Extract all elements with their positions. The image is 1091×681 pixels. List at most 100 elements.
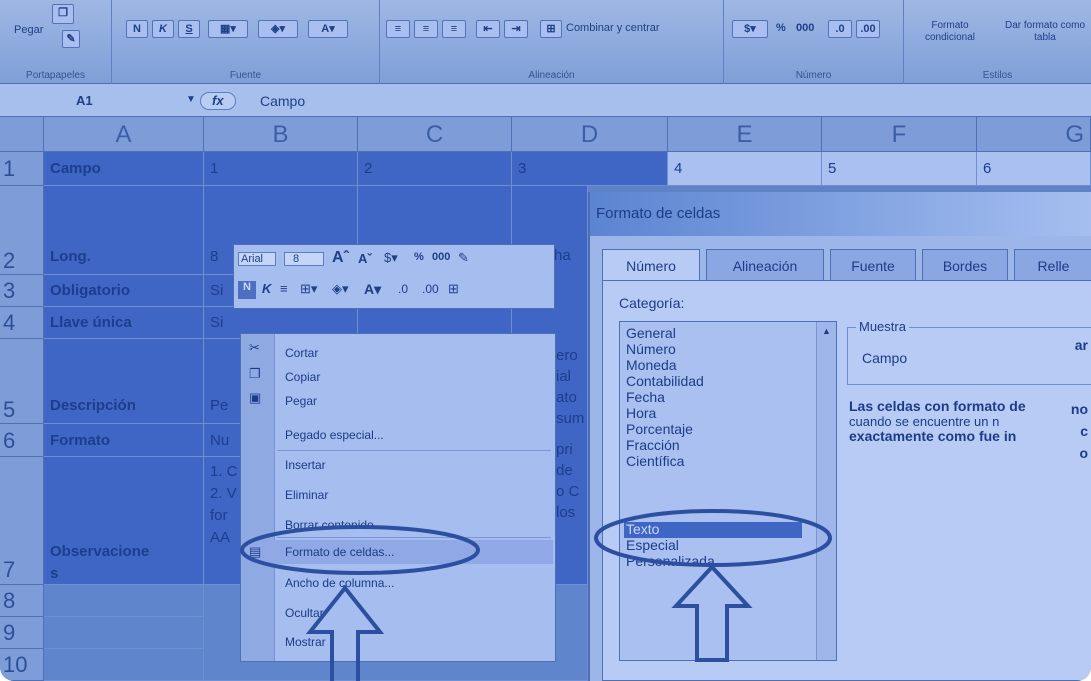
accounting-format-icon[interactable]: $▾	[732, 20, 768, 38]
menu-item-borrar-contenido[interactable]: Borrar contenido	[285, 518, 374, 532]
tab-alineacion[interactable]: Alineación	[706, 249, 824, 281]
increase-decimal-icon[interactable]: .0	[828, 20, 852, 38]
cell-c1[interactable]: 2	[358, 152, 512, 186]
decrease-indent-icon[interactable]: ⇤	[476, 20, 500, 38]
mini-font-color-icon[interactable]: A▾	[364, 281, 381, 298]
cell-f1[interactable]: 5	[822, 152, 977, 186]
mini-decrease-decimal-icon[interactable]: .00	[422, 282, 439, 296]
menu-item-pegado-especial[interactable]: Pegado especial...	[285, 428, 384, 442]
cell-a7[interactable]: Observacione s	[44, 457, 204, 585]
category-personalizada[interactable]: Personalizada	[626, 554, 715, 569]
row-header-1[interactable]: 1	[0, 152, 44, 186]
column-header-d[interactable]: D	[512, 117, 668, 152]
name-box-dropdown-icon[interactable]: ▼	[186, 94, 196, 105]
tab-bordes[interactable]: Bordes	[922, 249, 1008, 281]
cell-b1[interactable]: 1	[204, 152, 358, 186]
tab-numero[interactable]: Número	[602, 249, 700, 281]
format-as-table-button[interactable]: Dar formato como tabla	[1000, 20, 1090, 44]
cell-d1[interactable]: 3	[512, 152, 668, 186]
row-header-8[interactable]: 8	[0, 585, 44, 617]
mini-thousands-button[interactable]: 000	[432, 251, 450, 263]
italic-icon[interactable]: K	[152, 20, 174, 38]
category-hora[interactable]: Hora	[626, 406, 656, 421]
menu-item-copiar[interactable]: Copiar	[285, 370, 320, 384]
menu-item-ocultar[interactable]: Ocultar	[285, 606, 324, 620]
name-box[interactable]: A1	[14, 91, 200, 111]
category-moneda[interactable]: Moneda	[626, 358, 677, 373]
tab-relleno[interactable]: Relle	[1014, 249, 1091, 281]
decrease-decimal-icon[interactable]: .00	[856, 20, 880, 38]
fill-color-icon[interactable]: ◈▾	[258, 20, 298, 38]
menu-item-pegar[interactable]: Pegar	[285, 394, 317, 408]
mini-italic-icon[interactable]: K	[262, 281, 271, 296]
align-left-icon[interactable]: ≡	[386, 20, 410, 38]
cell-g1[interactable]: 6	[977, 152, 1091, 186]
cell-a8[interactable]	[44, 585, 204, 617]
column-header-a[interactable]: A	[44, 117, 204, 152]
row-header-10[interactable]: 10	[0, 649, 44, 681]
cell-a2[interactable]: Long.	[44, 186, 204, 275]
align-center-icon[interactable]: ≡	[414, 20, 438, 38]
row-header-5[interactable]: 5	[0, 339, 44, 424]
percent-style-button[interactable]: %	[776, 22, 786, 34]
align-right-icon[interactable]: ≡	[442, 20, 466, 38]
cell-a3[interactable]: Obligatorio	[44, 275, 204, 307]
row-header-7[interactable]: 7	[0, 457, 44, 585]
category-fraccion[interactable]: Fracción	[626, 438, 680, 453]
category-fecha[interactable]: Fecha	[626, 390, 665, 405]
mini-bold-icon[interactable]: N	[238, 281, 256, 299]
mini-font-size[interactable]: 8	[284, 252, 324, 266]
column-header-g[interactable]: G	[977, 117, 1091, 152]
mini-borders-icon[interactable]: ⊞▾	[300, 281, 317, 297]
format-painter-icon[interactable]: ✎	[62, 30, 80, 48]
mini-merge-icon[interactable]: ⊞	[448, 281, 459, 297]
category-cientifica[interactable]: Científica	[626, 454, 684, 469]
cell-a5[interactable]: Descripción	[44, 339, 204, 424]
category-texto[interactable]: Texto	[626, 522, 659, 537]
scroll-up-icon[interactable]: ▲	[817, 326, 836, 336]
category-list[interactable]: ▲ General Número Moneda Contabilidad Fec…	[619, 321, 837, 661]
mini-fill-icon[interactable]: ◈▾	[332, 281, 349, 297]
menu-item-cortar[interactable]: Cortar	[285, 346, 318, 360]
category-scrollbar[interactable]: ▲	[816, 322, 836, 660]
merge-center-button[interactable]: Combinar y centrar	[566, 22, 660, 34]
category-contabilidad[interactable]: Contabilidad	[626, 374, 704, 389]
menu-item-mostrar[interactable]: Mostrar	[285, 635, 326, 649]
cell-a1[interactable]: Campo	[44, 152, 204, 186]
paste-button[interactable]: Pegar	[14, 24, 43, 36]
menu-item-formato-de-celdas[interactable]: Formato de celdas...	[285, 545, 394, 559]
row-header-3[interactable]: 3	[0, 275, 44, 307]
shrink-font-icon[interactable]: Aˇ	[358, 251, 372, 266]
column-header-f[interactable]: F	[822, 117, 977, 152]
menu-item-ancho-de-columna[interactable]: Ancho de columna...	[285, 576, 394, 590]
category-especial[interactable]: Especial	[626, 538, 679, 553]
underline-icon[interactable]: S	[178, 20, 200, 38]
menu-item-insertar[interactable]: Insertar	[285, 458, 326, 472]
mini-center-icon[interactable]: ≡	[280, 281, 288, 296]
font-color-icon[interactable]: A▾	[308, 20, 348, 38]
cell-a4[interactable]: Llave única	[44, 307, 204, 339]
cell-a10[interactable]	[44, 649, 204, 681]
borders-icon[interactable]: ▦▾	[208, 20, 248, 38]
increase-indent-icon[interactable]: ⇥	[504, 20, 528, 38]
tab-fuente[interactable]: Fuente	[830, 249, 916, 281]
mini-font-name[interactable]: Arial	[238, 252, 276, 266]
fx-icon[interactable]: fx	[212, 91, 252, 111]
cell-a6[interactable]: Formato	[44, 424, 204, 457]
formula-input[interactable]: Campo	[260, 91, 860, 111]
bold-icon[interactable]: N	[126, 20, 148, 38]
select-all-corner[interactable]	[0, 117, 44, 152]
comma-style-button[interactable]: 000	[796, 22, 814, 34]
category-porcentaje[interactable]: Porcentaje	[626, 422, 693, 437]
copy-icon[interactable]: ❐	[52, 4, 74, 24]
column-header-b[interactable]: B	[204, 117, 358, 152]
category-numero[interactable]: Número	[626, 342, 676, 357]
mini-increase-decimal-icon[interactable]: .0	[398, 282, 408, 296]
row-header-2[interactable]: 2	[0, 186, 44, 275]
mini-accounting-icon[interactable]: $▾	[384, 250, 398, 266]
category-general[interactable]: General	[626, 326, 676, 341]
row-header-4[interactable]: 4	[0, 307, 44, 339]
mini-percent-button[interactable]: %	[414, 251, 424, 263]
row-header-9[interactable]: 9	[0, 617, 44, 649]
conditional-format-button[interactable]: Formato condicional	[912, 20, 988, 44]
